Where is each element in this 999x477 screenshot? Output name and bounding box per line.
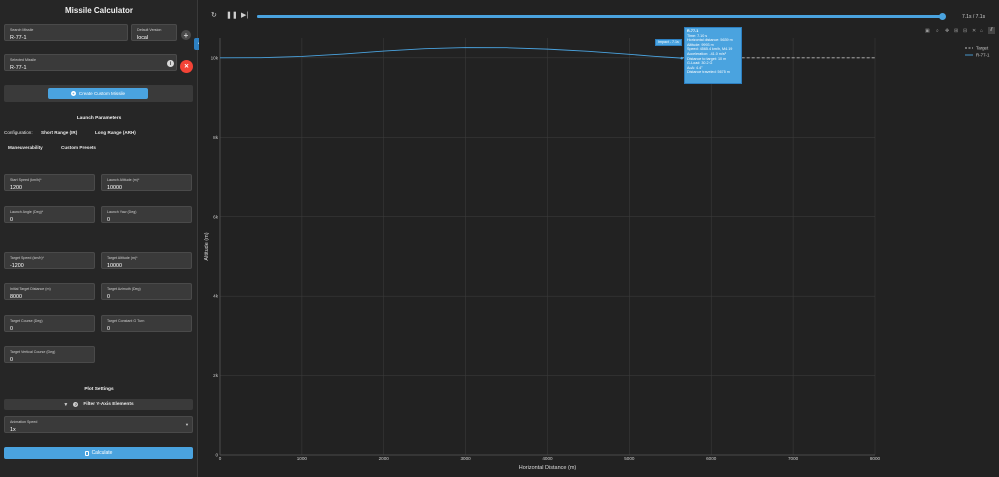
version-label: Default Version: [137, 28, 162, 32]
field-label: Start Speed (km/h)*: [10, 178, 42, 182]
help-icon: ?: [73, 402, 79, 407]
launch-altitude-field[interactable]: Launch Altitude (m)* 10000: [101, 174, 192, 191]
animation-speed-select[interactable]: Animation Speed 1x ▼: [4, 416, 193, 433]
field-value: 10000: [107, 263, 122, 269]
launch-parameters-title: Launch Parameters: [76, 116, 122, 121]
target-speed-field[interactable]: Target Speed (km/h)* -1200: [4, 252, 95, 269]
hover-tooltip: R-77-1 Time: 7.10 s Horizontal distance:…: [684, 27, 742, 84]
info-icon[interactable]: i: [167, 60, 174, 67]
configuration-label: Configuration:: [4, 130, 33, 135]
search-missile-field[interactable]: Search Missile R-77-1: [4, 24, 128, 41]
field-label: Launch Yaw (Deg): [107, 210, 137, 214]
x-tick-label: 7000: [788, 456, 799, 461]
calculate-label: Calculate: [91, 450, 113, 456]
x-tick-label: 5000: [624, 456, 635, 461]
field-label: Target Constant G Turn: [107, 319, 145, 323]
y-axis-label: Altitude (m): [204, 232, 210, 260]
target-course-field[interactable]: Target Course (Deg) 0: [4, 315, 95, 332]
close-icon: ✕: [183, 64, 190, 70]
custom-presets-tab[interactable]: Custom Presets: [61, 145, 96, 150]
create-custom-missile-button[interactable]: + Create Custom Missile: [48, 88, 148, 99]
impact-point: [680, 56, 683, 60]
search-missile-label: Search Missile: [10, 28, 34, 32]
filter-y-axis-label: Filter Y-Axis Elements: [83, 402, 134, 407]
create-custom-missile-label: Create Custom Missile: [78, 91, 126, 96]
field-label: Target Altitude (m)*: [107, 256, 138, 260]
x-tick-label: 8000: [870, 456, 881, 461]
field-value: 0: [10, 357, 13, 363]
field-value: 0: [107, 217, 110, 223]
x-tick-label: 3000: [461, 456, 472, 461]
animation-speed-value: 1x: [10, 427, 16, 433]
selected-missile-label: Selected Missile: [10, 58, 36, 62]
plot-settings-title: Plot Settings: [84, 387, 114, 392]
field-label: Target Vertical Course (Deg): [10, 350, 56, 354]
y-tick-label: 0: [215, 453, 218, 458]
y-tick-label: 6k: [213, 214, 219, 219]
start-speed-field[interactable]: Start Speed (km/h)* 1200: [4, 174, 95, 191]
series-line-r-77-1: [219, 47, 682, 59]
app-title: Missile Calculator: [64, 6, 134, 15]
field-label: Launch Angle (Deg)*: [10, 210, 44, 214]
x-tick-label: 1000: [297, 456, 308, 461]
config-short-range-tab[interactable]: Short Range (IR): [41, 130, 77, 135]
x-axis-label: Horizontal Distance (m): [519, 465, 577, 471]
plus-icon: +: [183, 30, 189, 40]
target-vertical-course-field[interactable]: Target Vertical Course (Deg) 0: [4, 346, 95, 363]
selected-missile-value: R-77-1: [10, 65, 27, 71]
x-tick-label: 6000: [706, 456, 717, 461]
y-tick-label: 4k: [213, 294, 219, 299]
chevron-down-icon: ▼: [185, 422, 189, 427]
y-tick-label: 10k: [211, 55, 219, 60]
plot-area: ↻ ❚❚ ▶| 7.1s / 7.1s ▣ ⌕ ✥ ⊞ ⊟ ✕ ⌂ ⫽ 0 100…: [199, 0, 999, 477]
version-value: local: [137, 35, 149, 41]
sidebar: Missile Calculator Search Missile R-77-1…: [0, 0, 198, 477]
version-select[interactable]: Default Version local: [131, 24, 177, 41]
field-label: Target Azimuth (Deg): [107, 287, 141, 291]
launch-angle-field[interactable]: Launch Angle (Deg)* 0: [4, 206, 95, 223]
add-missile-button[interactable]: +: [181, 30, 191, 40]
legend-label: Target: [976, 46, 989, 51]
remove-missile-button[interactable]: ✕: [180, 60, 193, 73]
calculate-button[interactable]: Calculate: [4, 447, 193, 459]
launch-yaw-field[interactable]: Launch Yaw (Deg) 0: [101, 206, 192, 223]
trajectory-chart: 0 1000 2000 3000 4000 5000 6000 7000 8000 0 2k 4k 6k…: [204, 38, 990, 471]
y-tick-label: 2k: [213, 373, 219, 378]
target-g-turn-field[interactable]: Target Constant G Turn 0: [101, 315, 192, 332]
filter-y-axis-button[interactable]: ▼ ? Filter Y-Axis Elements: [4, 399, 193, 410]
field-label: Initial Target Distance (m): [10, 287, 51, 291]
x-tick-label: 2000: [379, 456, 390, 461]
x-tick-label: 4000: [542, 456, 553, 461]
animation-speed-label: Animation Speed: [10, 420, 38, 424]
filter-icon: ▼: [63, 401, 69, 408]
field-value: 0: [107, 326, 110, 332]
field-label: Target Speed (km/h)*: [10, 256, 44, 260]
field-value: 0: [10, 217, 13, 223]
y-tick-label: 8k: [213, 135, 219, 140]
legend-label: R-77-1: [976, 53, 990, 58]
calculator-icon: [84, 450, 89, 456]
target-altitude-field[interactable]: Target Altitude (m)* 10000: [101, 252, 192, 269]
field-value: 0: [10, 326, 13, 332]
add-circle-icon: +: [70, 91, 76, 96]
selected-missile-field[interactable]: Selected Missile R-77-1 i: [4, 54, 177, 71]
field-label: Target Course (Deg): [10, 319, 43, 323]
field-value: 8000: [10, 294, 22, 300]
search-missile-value: R-77-1: [10, 35, 27, 41]
field-value: 1200: [10, 185, 22, 191]
impact-label: Impact - 7.1s: [655, 39, 682, 46]
x-tick-label: 0: [219, 456, 222, 461]
field-label: Launch Altitude (m)*: [107, 178, 140, 182]
target-azimuth-field[interactable]: Target Azimuth (Deg) 0: [101, 283, 192, 300]
tooltip-line: Distance traveled: 5675 m: [687, 70, 730, 75]
app-root: Missile Calculator Search Missile R-77-1…: [0, 0, 999, 477]
field-value: 0: [107, 294, 110, 300]
field-value: -1200: [10, 263, 24, 269]
config-long-range-tab[interactable]: Long Range (ARH): [95, 130, 136, 135]
maneuverability-tab[interactable]: Maneuverability: [8, 145, 43, 150]
initial-target-distance-field[interactable]: Initial Target Distance (m) 8000: [4, 283, 95, 300]
field-value: 10000: [107, 185, 122, 191]
